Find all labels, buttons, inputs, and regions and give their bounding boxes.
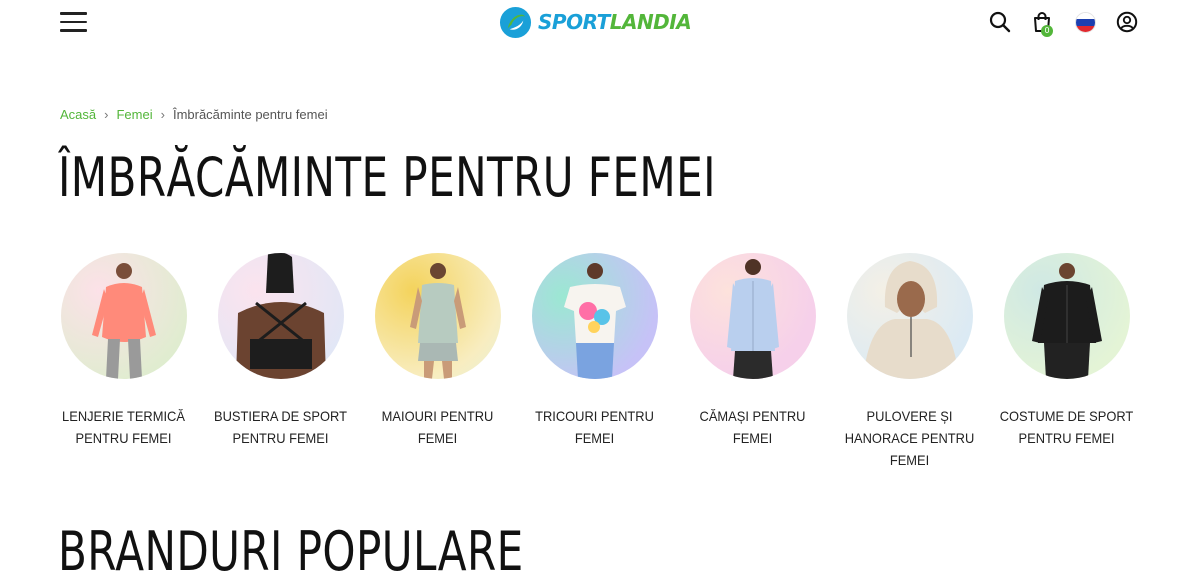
category-sweaters-hoodies[interactable]: PULOVERE ȘI HANORACE PENTRU FEMEI: [831, 253, 988, 471]
category-label: LENJERIE TERMICĂ PENTRU FEMEI: [62, 408, 185, 446]
search-icon[interactable]: [989, 11, 1011, 33]
chevron-right-icon: ›: [160, 107, 165, 122]
category-label: PULOVERE ȘI HANORACE PENTRU FEMEI: [844, 408, 975, 468]
breadcrumb-current: Îmbrăcăminte pentru femei: [172, 107, 328, 122]
breadcrumb-home-link[interactable]: Acasă: [60, 107, 96, 122]
cart-count-badge: 0: [1041, 25, 1053, 37]
category-t-shirts[interactable]: TRICOURI PENTRU FEMEI: [516, 253, 673, 449]
logo-text-landia: LANDIA: [609, 10, 692, 34]
brands-section-title: BRANDURI POPULARE: [58, 520, 524, 580]
breadcrumb-women-link[interactable]: Femei: [116, 107, 152, 122]
site-logo[interactable]: SPORTLANDIA: [499, 5, 692, 39]
category-shirts[interactable]: CĂMAȘI PENTRU FEMEI: [674, 253, 831, 449]
category-tank-tops[interactable]: MAIOURI PENTRU FEMEI: [359, 253, 516, 449]
user-account-icon[interactable]: [1116, 11, 1138, 33]
category-label: TRICOURI PENTRU FEMEI: [535, 408, 654, 446]
breadcrumb: Acasă › Femei › Îmbrăcăminte pentru feme…: [60, 107, 328, 122]
chevron-right-icon: ›: [104, 107, 109, 122]
page-title: ÎMBRĂCĂMINTE PENTRU FEMEI: [58, 146, 716, 209]
category-label: BUSTIERA DE SPORT PENTRU FEMEI: [214, 408, 347, 446]
hamburger-menu-icon[interactable]: [60, 12, 87, 32]
logo-text-sport: SPORT: [538, 10, 610, 34]
logo-mark-icon: [499, 6, 532, 38]
category-label: MAIOURI PENTRU FEMEI: [381, 408, 494, 446]
logo-text: SPORTLANDIA: [538, 10, 692, 34]
site-header: SPORTLANDIA 0: [0, 0, 1200, 46]
category-tracksuits[interactable]: COSTUME DE SPORT PENTRU FEMEI: [988, 253, 1145, 449]
category-image: [1003, 253, 1130, 379]
category-label: CĂMAȘI PENTRU FEMEI: [699, 408, 806, 446]
category-thermal-underwear[interactable]: LENJERIE TERMICĂ PENTRU FEMEI: [45, 253, 202, 449]
category-sports-bra[interactable]: BUSTIERA DE SPORT PENTRU FEMEI: [202, 253, 359, 449]
russian-flag-icon[interactable]: [1075, 12, 1096, 33]
category-image: [374, 253, 501, 379]
category-label: COSTUME DE SPORT PENTRU FEMEI: [999, 408, 1134, 446]
category-image: [689, 253, 816, 379]
category-image: [60, 253, 187, 379]
category-image: [217, 253, 344, 379]
category-image: [846, 253, 973, 379]
category-image: [531, 253, 658, 379]
